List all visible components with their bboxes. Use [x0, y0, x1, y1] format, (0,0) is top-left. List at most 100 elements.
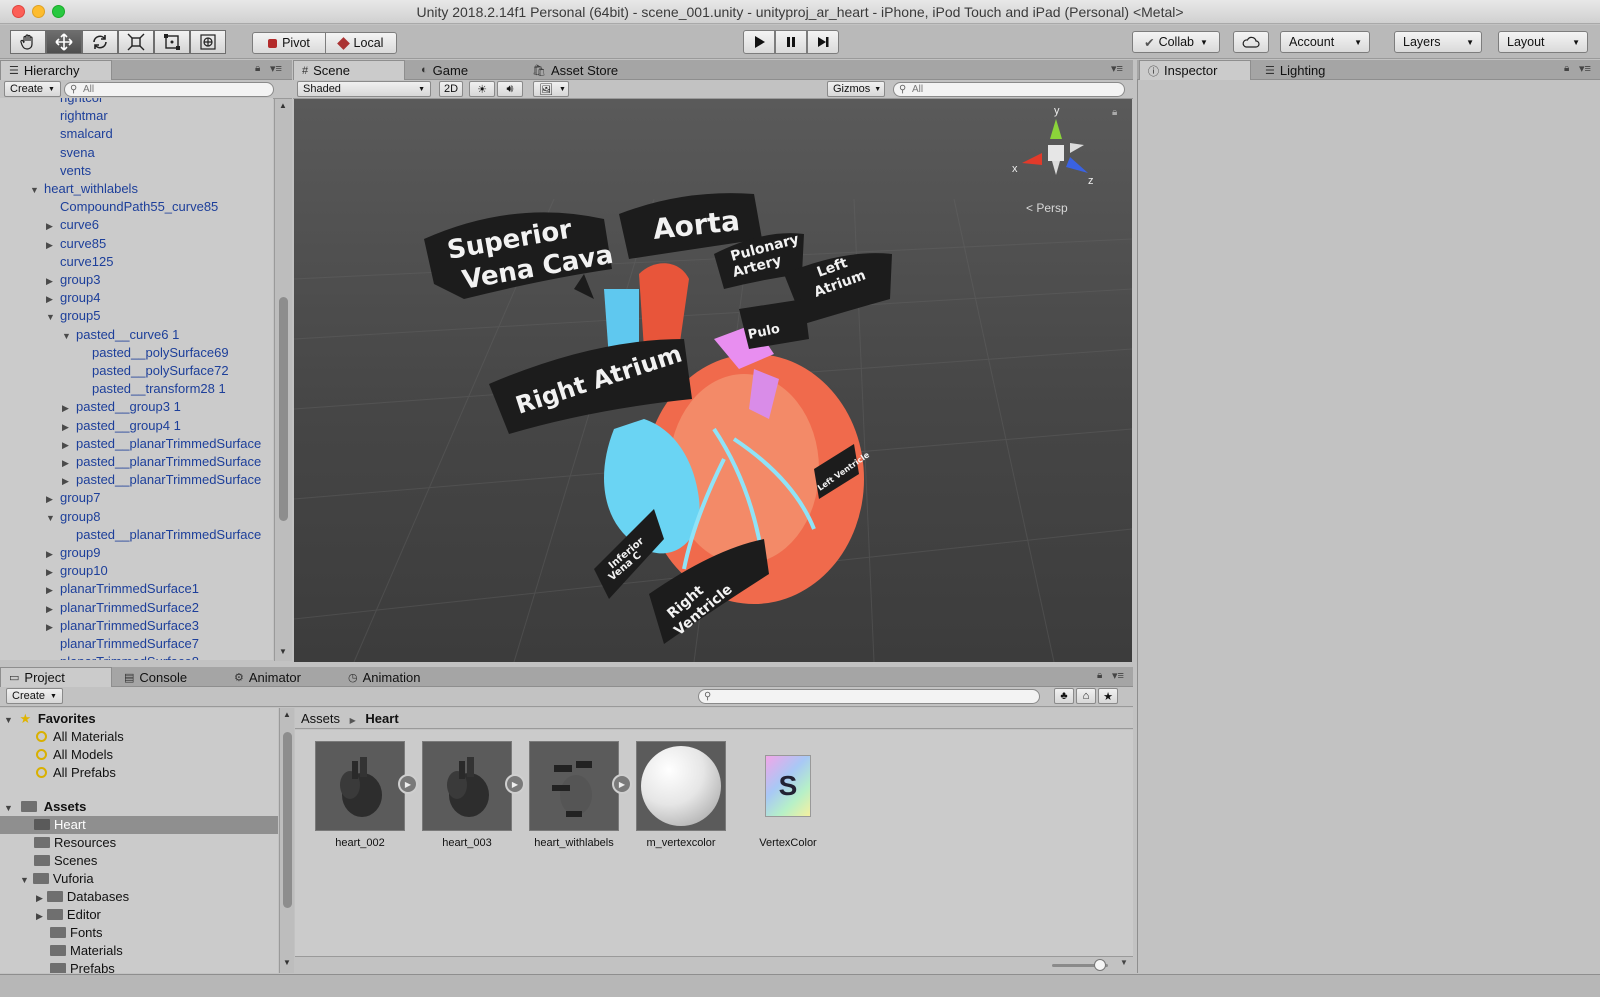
hierarchy-row[interactable]: planarTrimmedSurface7 — [46, 635, 199, 653]
folder-item-databases[interactable]: ▶ Databases — [36, 888, 129, 906]
toggle-2d-button[interactable]: 2D — [439, 81, 463, 97]
collapsed-arrow-icon[interactable]: ▶ — [46, 217, 60, 235]
filter-by-label-button[interactable]: ⌂ — [1076, 688, 1096, 704]
play-button[interactable] — [743, 30, 775, 54]
hierarchy-scrollbar[interactable]: ▲ ▼ — [274, 99, 292, 661]
shading-mode-dropdown[interactable]: Shaded ▼ — [297, 81, 431, 97]
pane-menu-icon[interactable]: ▾≡ — [1112, 669, 1124, 682]
folder-item-editor[interactable]: ▶ Editor — [36, 906, 101, 924]
asset-item-vertexcolor-shader[interactable]: S VertexColor — [742, 741, 834, 849]
assets-header[interactable]: ▼ Assets — [4, 798, 86, 816]
layout-dropdown[interactable]: Layout ▼ — [1498, 31, 1588, 53]
hierarchy-row[interactable]: ▶ pasted__group4 1 — [62, 417, 181, 435]
hierarchy-row[interactable]: ▶ group7 — [46, 489, 100, 507]
expanded-arrow-icon[interactable]: ▼ — [46, 308, 60, 326]
hierarchy-row[interactable]: CompoundPath55_curve85 — [46, 198, 218, 216]
collapsed-arrow-icon[interactable]: ▶ — [46, 600, 60, 618]
collab-dropdown[interactable]: ✔ Collab ▼ — [1132, 31, 1220, 53]
tab-asset-store[interactable]: 🛍︎ Asset Store — [524, 60, 626, 80]
zoom-slider-thumb[interactable] — [1093, 959, 1106, 971]
rect-tool-button[interactable] — [154, 30, 190, 54]
save-search-button[interactable]: ★ — [1098, 688, 1118, 704]
pivot-toggle[interactable]: Pivot — [252, 32, 326, 54]
scene-effects-dropdown[interactable]: 🖼︎ ▼ — [533, 81, 569, 97]
scrollbar-thumb[interactable] — [283, 732, 292, 908]
cloud-button[interactable] — [1233, 31, 1269, 53]
hierarchy-row[interactable]: ▶ planarTrimmedSurface3 — [46, 617, 199, 635]
scroll-down-icon[interactable]: ▼ — [279, 647, 287, 656]
hierarchy-row[interactable]: pasted__polySurface69 — [78, 344, 229, 362]
folder-item-materials[interactable]: Materials — [50, 942, 123, 960]
filter-by-type-button[interactable]: ♣ — [1054, 688, 1074, 704]
hierarchy-row[interactable]: planarTrimmedSurface8 — [46, 653, 199, 660]
tab-hierarchy[interactable]: ☰ Hierarchy — [0, 60, 112, 80]
project-tree-scrollbar[interactable]: ▲ ▼ — [279, 708, 294, 973]
scene-search-input[interactable]: ⚲ All — [893, 82, 1125, 97]
scrollbar-thumb[interactable] — [279, 297, 288, 521]
hierarchy-row[interactable]: ▼ group5 — [46, 307, 100, 325]
asset-item-heart-withlabels[interactable]: ▶ heart_withlabels — [528, 741, 632, 849]
hierarchy-row[interactable]: ▶ planarTrimmedSurface2 — [46, 599, 199, 617]
tab-animation[interactable]: ◷ Animation — [340, 667, 428, 687]
folder-item-fonts[interactable]: Fonts — [50, 924, 103, 942]
collapsed-arrow-icon[interactable]: ▶ — [62, 472, 76, 490]
scroll-up-icon[interactable]: ▲ — [279, 101, 287, 110]
scene-audio-toggle[interactable]: 🔊︎ — [497, 81, 523, 97]
hierarchy-row[interactable]: ▼ group8 — [46, 508, 100, 526]
hierarchy-row[interactable]: pasted__polySurface72 — [78, 362, 229, 380]
collapsed-arrow-icon[interactable]: ▶ — [46, 563, 60, 581]
hierarchy-row[interactable]: rightcor — [46, 98, 103, 107]
hierarchy-row[interactable]: ▶ group10 — [46, 562, 108, 580]
collapsed-arrow-icon[interactable]: ▶ — [46, 490, 60, 508]
project-create-button[interactable]: Create ▼ — [6, 688, 63, 704]
expand-asset-icon[interactable]: ▶ — [612, 774, 632, 794]
hierarchy-row[interactable]: ▶ group3 — [46, 271, 100, 289]
hierarchy-row[interactable]: ▼ pasted__curve6 1 — [62, 326, 179, 344]
lock-icon[interactable]: 🔒︎ — [255, 63, 260, 74]
tab-lighting[interactable]: ☰ Lighting — [1257, 60, 1333, 80]
favorite-item[interactable]: All Models — [36, 746, 113, 764]
expand-asset-icon[interactable]: ▶ — [398, 774, 418, 794]
projection-toggle[interactable]: < Persp — [1026, 201, 1068, 215]
favorite-item[interactable]: All Materials — [36, 728, 124, 746]
expand-asset-icon[interactable]: ▶ — [505, 774, 525, 794]
asset-item-heart-002[interactable]: ▶ heart_002 — [314, 741, 418, 849]
hierarchy-row[interactable]: ▶ group9 — [46, 544, 100, 562]
hierarchy-row[interactable]: ▶ planarTrimmedSurface1 — [46, 580, 199, 598]
tab-game[interactable]: ◐ Game — [413, 60, 476, 80]
tab-console[interactable]: ▤ Console — [116, 667, 195, 687]
hand-tool-button[interactable] — [10, 30, 46, 54]
scale-tool-button[interactable] — [118, 30, 154, 54]
hierarchy-row[interactable]: curve125 — [46, 253, 113, 271]
breadcrumb-current[interactable]: Heart — [365, 711, 398, 726]
scene-lighting-toggle[interactable]: ☀ — [469, 81, 495, 97]
hierarchy-row[interactable]: pasted__transform28 1 — [78, 380, 226, 398]
hierarchy-row[interactable]: smalcard — [46, 125, 113, 143]
tab-scene[interactable]: # Scene — [293, 60, 405, 80]
asset-item-heart-003[interactable]: ▶ heart_003 — [421, 741, 525, 849]
pause-button[interactable] — [775, 30, 807, 54]
hierarchy-row[interactable]: svena — [46, 144, 95, 162]
hierarchy-search-input[interactable]: ⚲ All — [64, 82, 274, 97]
hierarchy-row[interactable]: ▶ group4 — [46, 289, 100, 307]
collapsed-arrow-icon[interactable]: ▶ — [46, 290, 60, 308]
folder-item-heart[interactable]: Heart — [0, 816, 278, 834]
project-folder-tree[interactable]: ▼ ★ Favorites All Materials All Models A… — [0, 708, 278, 973]
hierarchy-row[interactable]: ▶ curve85 — [46, 235, 106, 253]
hierarchy-row[interactable]: ▶ pasted__planarTrimmedSurface — [62, 471, 261, 489]
tab-project[interactable]: ▭ Project — [0, 667, 112, 687]
hierarchy-row[interactable]: pasted__planarTrimmedSurface — [62, 526, 261, 544]
folder-item-resources[interactable]: Resources — [34, 834, 116, 852]
local-toggle[interactable]: Local — [325, 32, 397, 54]
expanded-arrow-icon[interactable]: ▼ — [46, 509, 60, 527]
collapsed-arrow-icon[interactable]: ▶ — [62, 399, 76, 417]
favorites-header[interactable]: ▼ ★ Favorites — [4, 710, 96, 728]
tab-animator[interactable]: ⚙ Animator — [226, 667, 309, 687]
expanded-arrow-icon[interactable]: ▼ — [62, 327, 76, 345]
expanded-arrow-icon[interactable]: ▼ — [30, 181, 44, 199]
hierarchy-row[interactable]: rightmar — [46, 107, 108, 125]
layers-dropdown[interactable]: Layers ▼ — [1394, 31, 1482, 53]
hierarchy-tree[interactable]: rightcorrightmarsmalcardsvenavents▼heart… — [0, 98, 273, 660]
asset-item-m-vertexcolor[interactable]: m_vertexcolor — [635, 741, 727, 849]
breadcrumb-root[interactable]: Assets — [301, 711, 340, 726]
